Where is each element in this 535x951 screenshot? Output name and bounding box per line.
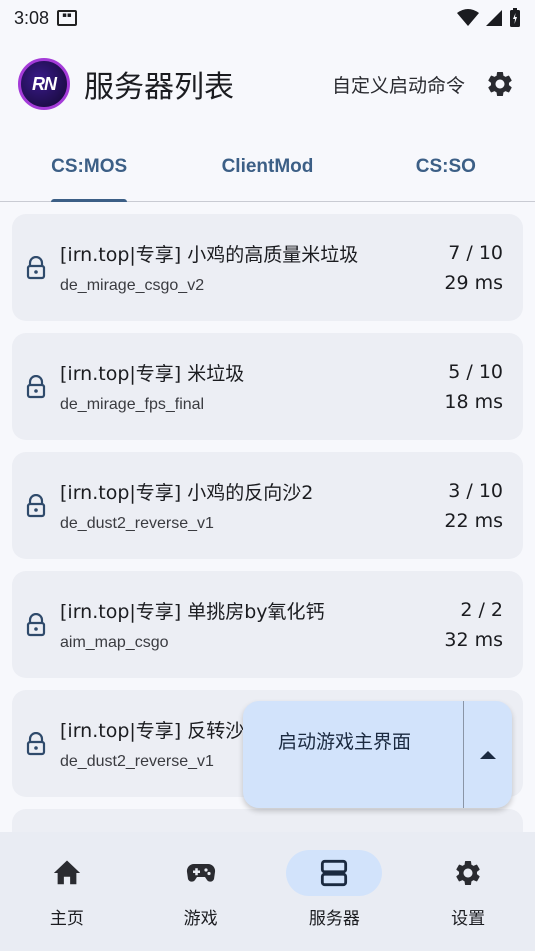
gamepad-icon bbox=[186, 863, 215, 882]
page-title: 服务器列表 bbox=[84, 70, 234, 105]
signal-icon bbox=[486, 10, 502, 26]
settings-button[interactable] bbox=[483, 67, 517, 101]
nav-label: 主页 bbox=[49, 909, 84, 929]
server-name: [irn.top|专享] 小鸡的高质量米垃圾 bbox=[60, 244, 359, 266]
bottom-nav: 主页 游戏 服务器 设置 bbox=[0, 832, 535, 951]
wifi-icon bbox=[457, 9, 479, 26]
logo-text: RN bbox=[32, 73, 57, 94]
nav-label: 设置 bbox=[451, 909, 486, 929]
server-icon bbox=[321, 859, 348, 887]
battery-icon bbox=[510, 8, 520, 27]
app-header: RN 服务器列表 自定义启动命令 bbox=[0, 36, 535, 132]
fab-expand-button[interactable] bbox=[464, 701, 512, 808]
server-card[interactable]: [irn.top|专享] 小鸡的反向沙2 de_dust2_reverse_v1… bbox=[12, 452, 523, 559]
app-logo: RN bbox=[18, 58, 70, 110]
tab-cs-mos[interactable]: CS:MOS bbox=[0, 132, 178, 201]
status-time: 3:08 bbox=[14, 7, 50, 28]
notification-icon: ▪▪ bbox=[57, 10, 78, 26]
launch-game-button[interactable]: 启动游戏主界面 bbox=[243, 701, 463, 808]
lock-icon bbox=[26, 731, 46, 755]
server-card[interactable]: [irn.top|专享] 小鸡的高质量米垃圾 de_mirage_csgo_v2… bbox=[12, 214, 523, 321]
server-map: de_mirage_fps_final bbox=[60, 396, 205, 413]
server-players: 2 / 2 bbox=[460, 598, 503, 621]
nav-item-games[interactable]: 游戏 bbox=[134, 832, 268, 951]
status-bar: 3:08 ▪▪ bbox=[0, 0, 535, 36]
lock-icon bbox=[26, 374, 46, 398]
nav-item-settings[interactable]: 设置 bbox=[401, 832, 535, 951]
custom-command-button[interactable]: 自定义启动命令 bbox=[332, 71, 465, 98]
server-name: [irn.top|专享] 米垃圾 bbox=[60, 363, 245, 385]
nav-item-servers[interactable]: 服务器 bbox=[268, 832, 402, 951]
server-card[interactable] bbox=[12, 809, 523, 832]
home-icon bbox=[53, 860, 80, 885]
tab-clientmod[interactable]: ClientMod bbox=[178, 132, 356, 201]
lock-icon bbox=[26, 255, 46, 279]
server-tabs: CS:MOS ClientMod CS:SO bbox=[0, 132, 535, 202]
gear-icon bbox=[488, 72, 512, 96]
server-ping: 29 ms bbox=[444, 271, 503, 294]
server-ping: 32 ms bbox=[444, 628, 503, 651]
server-players: 3 / 10 bbox=[448, 479, 503, 502]
lock-icon bbox=[26, 493, 46, 517]
server-map: aim_map_csgo bbox=[60, 634, 169, 651]
server-ping: 18 ms bbox=[444, 390, 503, 413]
server-card[interactable]: [irn.top|专享] 米垃圾 de_mirage_fps_final 5 /… bbox=[12, 333, 523, 440]
gear-icon bbox=[456, 861, 480, 885]
nav-label: 服务器 bbox=[308, 909, 360, 929]
nav-label: 游戏 bbox=[183, 909, 218, 929]
server-card[interactable]: [irn.top|专享] 单挑房by氧化钙 aim_map_csgo 2 / 2… bbox=[12, 571, 523, 678]
server-name: [irn.top|专享] 小鸡的反向沙2 bbox=[60, 482, 314, 504]
server-players: 5 / 10 bbox=[448, 360, 503, 383]
server-map: de_mirage_csgo_v2 bbox=[60, 277, 205, 294]
server-ping: 22 ms bbox=[444, 509, 503, 532]
launch-game-fab: 启动游戏主界面 bbox=[243, 701, 512, 808]
server-players: 7 / 10 bbox=[448, 241, 503, 264]
tab-cs-so[interactable]: CS:SO bbox=[357, 132, 535, 201]
caret-up-icon bbox=[480, 750, 496, 759]
server-name: [irn.top|专享] 单挑房by氧化钙 bbox=[60, 601, 325, 623]
lock-icon bbox=[26, 612, 46, 636]
server-map: de_dust2_reverse_v1 bbox=[60, 515, 214, 532]
nav-item-home[interactable]: 主页 bbox=[0, 832, 134, 951]
